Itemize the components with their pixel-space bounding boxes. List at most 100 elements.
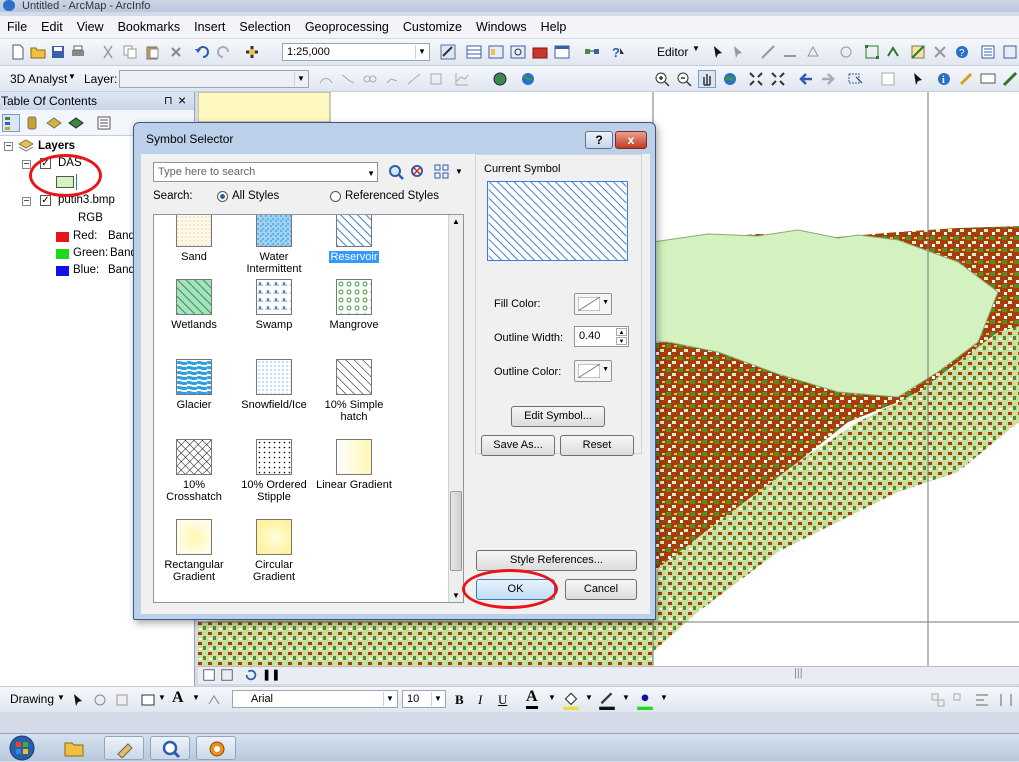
- text-tool-icon[interactable]: A: [172, 689, 184, 707]
- taskbar-app[interactable]: [196, 736, 236, 760]
- chevron-down-icon[interactable]: ▼: [367, 165, 375, 183]
- edit-vertices-icon[interactable]: [206, 692, 222, 708]
- chevron-down-icon[interactable]: ▼: [455, 167, 463, 176]
- chevron-down-icon[interactable]: ▼: [294, 72, 307, 86]
- bold-button[interactable]: B: [455, 692, 464, 708]
- editor-toolbar-icon[interactable]: [440, 44, 456, 60]
- scroll-down-icon[interactable]: ▼: [452, 591, 460, 600]
- straight-segment-icon[interactable]: [760, 44, 776, 60]
- save-as-button[interactable]: Save As...: [481, 435, 555, 456]
- back-arrow-icon[interactable]: [798, 71, 814, 87]
- refresh-icon[interactable]: [244, 668, 258, 682]
- cut-polygons-icon[interactable]: [910, 44, 926, 60]
- menu-bookmarks[interactable]: Bookmarks: [111, 20, 188, 34]
- list-by-drawing-order-icon[interactable]: [2, 114, 20, 132]
- line-color-icon[interactable]: [598, 690, 616, 710]
- dialog-help-button[interactable]: ?: [585, 131, 613, 149]
- chevron-down-icon[interactable]: ▼: [622, 693, 630, 702]
- scroll-thumb-icon[interactable]: |||: [794, 667, 803, 679]
- menu-file[interactable]: File: [0, 20, 34, 34]
- collapse-layers-icon[interactable]: −: [4, 142, 13, 152]
- measure-icon[interactable]: [1002, 71, 1018, 87]
- spin-down-icon[interactable]: ▼: [616, 337, 627, 345]
- outline-color-button[interactable]: ▼: [574, 360, 612, 382]
- symbol-water-intermittent[interactable]: Water Intermittent: [234, 215, 314, 275]
- symbol-mangrove[interactable]: Mangrove: [314, 279, 394, 331]
- list-by-selection-icon[interactable]: [68, 115, 84, 131]
- edit-vertices-icon[interactable]: [864, 44, 880, 60]
- pin-icon[interactable]: ⊓: [164, 92, 173, 110]
- symbol-wetlands[interactable]: Wetlands: [154, 279, 234, 331]
- reshape-icon[interactable]: [886, 44, 902, 60]
- symbol-search-input[interactable]: Type here to search ▼: [153, 162, 378, 182]
- add-data-icon[interactable]: [244, 44, 260, 60]
- scroll-up-icon[interactable]: ▲: [452, 217, 460, 226]
- referenced-styles-label[interactable]: Referenced Styles: [345, 190, 439, 202]
- menu-customize[interactable]: Customize: [396, 20, 469, 34]
- open-folder-icon[interactable]: [30, 44, 46, 60]
- select-features-icon[interactable]: [848, 71, 864, 87]
- taskbar-arcmap[interactable]: [104, 736, 144, 760]
- clear-selection-icon[interactable]: [880, 71, 896, 87]
- cut-icon[interactable]: [100, 44, 116, 60]
- search-window-icon[interactable]: [510, 44, 526, 60]
- symbol-list[interactable]: Sand Water Intermittent Reservoir Wetlan…: [153, 214, 464, 603]
- modelbuilder-icon[interactable]: [584, 44, 600, 60]
- undo-icon[interactable]: [194, 44, 210, 60]
- shape-icon[interactable]: [805, 44, 821, 60]
- list-by-visibility-icon[interactable]: [46, 115, 62, 131]
- chevron-down-icon[interactable]: ▼: [57, 693, 65, 702]
- line-icon[interactable]: [782, 44, 798, 60]
- fixed-zoom-in-icon[interactable]: [748, 71, 764, 87]
- hyperlink-icon[interactable]: [958, 71, 974, 87]
- pause-icon[interactable]: ❚❚: [262, 668, 280, 681]
- identify-icon[interactable]: i: [936, 71, 952, 87]
- rotate-icon[interactable]: [92, 692, 108, 708]
- profile-graph-icon[interactable]: [454, 71, 470, 87]
- full-extent-icon[interactable]: [722, 71, 738, 87]
- select-elements-icon[interactable]: [910, 71, 926, 87]
- menu-geoprocessing[interactable]: Geoprocessing: [298, 20, 396, 34]
- chevron-down-icon[interactable]: ▼: [158, 693, 166, 702]
- symbol-reservoir[interactable]: Reservoir: [314, 215, 394, 263]
- table-icon[interactable]: [466, 44, 482, 60]
- interpolate-line-icon[interactable]: [406, 71, 422, 87]
- pan-hand-icon[interactable]: [698, 70, 716, 88]
- clear-search-icon[interactable]: [410, 164, 426, 180]
- zoom-whole-page-icon[interactable]: [114, 692, 130, 708]
- data-view-icon[interactable]: [220, 668, 234, 682]
- ungroup-icon[interactable]: [952, 692, 968, 708]
- cancel-button[interactable]: Cancel: [565, 579, 637, 600]
- copy-icon[interactable]: [122, 44, 138, 60]
- search-icon[interactable]: [388, 164, 404, 180]
- 3d-analyst-menu[interactable]: 3D Analyst: [10, 72, 67, 86]
- forward-arrow-icon[interactable]: [820, 71, 836, 87]
- python-window-icon[interactable]: [554, 44, 570, 60]
- editor-menu[interactable]: Editor: [657, 45, 688, 59]
- distribute-icon[interactable]: [998, 692, 1014, 708]
- font-size-combo[interactable]: 10 ▼: [402, 690, 446, 708]
- fixed-zoom-out-icon[interactable]: [770, 71, 786, 87]
- symbol-rectangular-gradient[interactable]: Rectangular Gradient: [154, 519, 234, 583]
- interpolate-point-icon[interactable]: [384, 71, 400, 87]
- group-icon[interactable]: [930, 692, 946, 708]
- chevron-down-icon[interactable]: ▼: [660, 693, 668, 702]
- align-icon[interactable]: [974, 692, 990, 708]
- chevron-down-icon[interactable]: ▼: [415, 45, 428, 59]
- layout-view-icon[interactable]: [202, 668, 216, 682]
- catalog-icon[interactable]: [488, 44, 504, 60]
- save-icon[interactable]: [50, 44, 66, 60]
- rectangle-icon[interactable]: [140, 692, 156, 708]
- fill-color-icon[interactable]: [562, 690, 580, 710]
- chevron-down-icon[interactable]: ▼: [68, 72, 76, 81]
- chevron-down-icon[interactable]: ▼: [585, 693, 593, 702]
- options-icon[interactable]: [96, 115, 112, 131]
- zoom-in-icon[interactable]: [654, 71, 670, 87]
- layer-combo[interactable]: ▼: [119, 70, 309, 88]
- symbol-swamp[interactable]: Swamp: [234, 279, 314, 331]
- underline-button[interactable]: U: [498, 692, 507, 708]
- scroll-thumb[interactable]: [450, 491, 462, 571]
- chevron-down-icon[interactable]: ▼: [192, 693, 200, 702]
- style-references-button[interactable]: Style References...: [476, 550, 637, 571]
- symbol-linear-gradient[interactable]: Linear Gradient: [314, 439, 394, 491]
